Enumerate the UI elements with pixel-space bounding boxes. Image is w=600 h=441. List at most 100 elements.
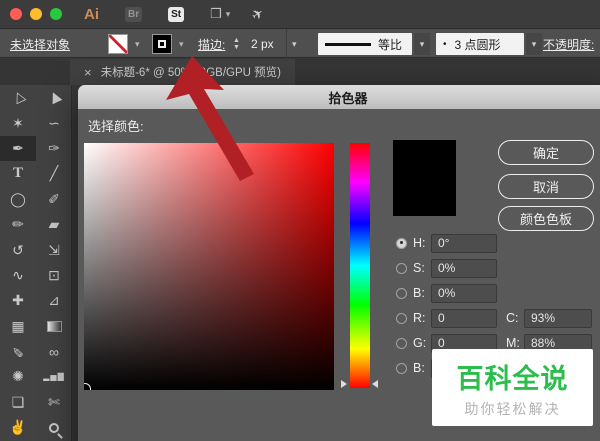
watermark-subtitle: 助你轻松解决 <box>464 400 561 417</box>
gradient-chip-icon <box>46 320 62 332</box>
brush-definition-value: 3 点圆形 <box>454 37 501 52</box>
saturation-input[interactable]: 0% <box>431 258 497 278</box>
slice-tool-icon[interactable]: ✄ <box>36 390 72 415</box>
zoom-window-button[interactable] <box>50 8 62 20</box>
close-window-button[interactable] <box>10 8 22 20</box>
cyan-input[interactable]: 93% <box>524 308 592 328</box>
hue-slider[interactable] <box>350 143 370 388</box>
free-transform-tool-icon[interactable]: ⊡ <box>36 263 72 288</box>
control-bar: 未选择对象 ▾ ▾ 描边: ▲ ▼ 2 px ▾ 等比 ▾ • 3 点圆形 ▾ … <box>0 28 600 59</box>
watermark: 百科全说 助你轻松解决 <box>432 349 593 426</box>
hue-slider-right-marker-icon[interactable] <box>372 380 378 388</box>
blue-radio[interactable] <box>396 362 407 374</box>
gradient-tool-icon[interactable] <box>36 314 72 339</box>
type-glyph: T <box>12 165 23 182</box>
dialog-titlebar[interactable]: 拾色器 <box>78 85 600 109</box>
ok-button[interactable]: 确定 <box>498 140 594 165</box>
document-tab-bar: × 未标题-6* @ 50% (RGB/GPU 预览) <box>0 59 600 85</box>
line-segment-tool-icon[interactable]: ╱ <box>36 161 72 186</box>
shape-builder-tool-icon[interactable]: ✚ <box>0 288 36 313</box>
rotate-tool-icon[interactable]: ↺ <box>0 237 36 262</box>
eyedropper-tool-icon[interactable]: ✎ <box>0 339 36 364</box>
stroke-profile-value: 等比 <box>378 37 403 52</box>
red-radio[interactable] <box>396 312 407 324</box>
document-tab[interactable]: × 未标题-6* @ 50% (RGB/GPU 预览) <box>70 59 295 85</box>
eraser-tool-icon[interactable]: ▰ <box>36 212 72 237</box>
brightness-input[interactable]: 0% <box>431 283 497 303</box>
fill-chevron-icon[interactable]: ▾ <box>135 29 140 59</box>
brightness-radio[interactable] <box>396 287 407 299</box>
width-tool-icon[interactable]: ∿ <box>0 263 36 288</box>
stock-icon[interactable]: St <box>168 6 185 22</box>
stroke-weight-label[interactable]: 描边: <box>198 29 225 59</box>
direct-selection-glyph: ▶ <box>44 89 64 107</box>
cyan-label: C: <box>506 311 519 325</box>
curvature-tool-icon[interactable]: ✑ <box>36 136 72 161</box>
watermark-title: 百科全说 <box>456 363 569 394</box>
rocket-icon[interactable]: ✈ <box>248 4 267 25</box>
scale-tool-icon[interactable]: ⇲ <box>36 237 72 262</box>
selection-status-label[interactable]: 未选择对象 <box>10 29 70 59</box>
hue-label: H: <box>413 236 426 250</box>
lasso-tool-icon[interactable]: ∽ <box>36 110 72 135</box>
workspace-switcher-icon[interactable]: ❒ <box>210 6 222 22</box>
green-label: G: <box>413 336 427 350</box>
brightness-field-row: B: 0% <box>396 283 497 303</box>
blend-tool-icon[interactable]: ∞ <box>36 339 72 364</box>
paintbrush-tool-icon[interactable]: ✐ <box>36 187 72 212</box>
stroke-profile-dropdown[interactable]: 等比 <box>318 33 412 55</box>
picked-color-preview <box>393 140 456 216</box>
green-radio[interactable] <box>396 337 407 349</box>
stroke-weight-dropdown-icon[interactable]: ▾ <box>286 29 297 59</box>
tab-close-icon[interactable]: × <box>84 65 92 80</box>
red-input[interactable]: 0 <box>431 308 497 328</box>
red-field-row: R: 0 <box>396 308 497 328</box>
hue-input[interactable]: 0° <box>431 233 497 253</box>
zoom-tool-icon[interactable] <box>36 415 72 440</box>
opacity-label[interactable]: 不透明度: <box>543 29 594 59</box>
type-tool-icon[interactable]: T <box>0 161 36 186</box>
symbol-sprayer-tool-icon[interactable]: ✺ <box>0 364 36 389</box>
hue-slider-left-marker-icon[interactable] <box>341 380 347 388</box>
perspective-grid-tool-icon[interactable]: ⊿ <box>36 288 72 313</box>
stroke-chevron-icon[interactable]: ▾ <box>179 29 184 59</box>
stepper-down-icon[interactable]: ▼ <box>233 44 240 51</box>
brush-dot-icon: • <box>443 38 447 50</box>
brightness-label: B: <box>413 286 425 300</box>
workspace-chevron-icon[interactable]: ▾ <box>226 9 231 20</box>
stroke-profile-chevron-icon[interactable]: ▾ <box>414 33 430 55</box>
eyedropper-glyph: ✎ <box>12 344 24 361</box>
color-swatches-button[interactable]: 颜色色板 <box>498 206 594 231</box>
stroke-profile-line-icon <box>325 42 371 46</box>
saturation-label: S: <box>413 261 425 275</box>
stepper-up-icon[interactable]: ▲ <box>233 37 240 44</box>
fill-color-swatch[interactable] <box>108 34 128 54</box>
hue-field-row: H: 0° <box>396 233 497 253</box>
saturation-brightness-field[interactable] <box>84 143 334 390</box>
color-field-cursor[interactable] <box>84 383 91 390</box>
hand-tool-icon[interactable]: ✌ <box>0 415 36 440</box>
brush-definition-dropdown[interactable]: • 3 点圆形 <box>436 33 524 55</box>
pen-tool-icon[interactable]: ✒ <box>0 135 36 162</box>
cancel-button[interactable]: 取消 <box>498 174 594 199</box>
mesh-tool-icon[interactable]: ▦ <box>0 314 36 339</box>
minimize-window-button[interactable] <box>30 8 42 20</box>
direct-selection-tool-icon[interactable]: ▶ <box>36 85 72 110</box>
column-graph-tool-icon[interactable]: ▂▅▇ <box>36 364 72 389</box>
bridge-icon[interactable]: Br <box>125 6 143 22</box>
stroke-weight-value[interactable]: 2 px <box>251 29 274 59</box>
hue-radio[interactable] <box>396 237 407 249</box>
tab-title: 未标题-6* @ 50% (RGB/GPU 预览) <box>100 67 281 79</box>
ellipse-tool-icon[interactable]: ◯ <box>0 187 36 212</box>
brush-chevron-icon[interactable]: ▾ <box>526 33 542 55</box>
magic-wand-tool-icon[interactable]: ✶ <box>0 110 36 135</box>
artboard-tool-icon[interactable]: ❏ <box>0 390 36 415</box>
selection-tool-icon[interactable]: ▷ <box>0 85 36 110</box>
dialog-title: 拾色器 <box>328 90 368 106</box>
magenta-label: M: <box>506 336 520 350</box>
tools-panel: ▷ ▶ ✶ ∽ ✒ ✑ T ╱ ◯ ✐ ✏ ▰ ↺ ⇲ ∿ ⊡ ✚ ⊿ ▦ ✎ … <box>0 85 72 441</box>
stroke-weight-stepper[interactable]: ▲ ▼ <box>233 29 240 59</box>
pencil-tool-icon[interactable]: ✏ <box>0 212 36 237</box>
saturation-radio[interactable] <box>396 262 407 274</box>
stroke-color-swatch[interactable] <box>152 34 172 54</box>
